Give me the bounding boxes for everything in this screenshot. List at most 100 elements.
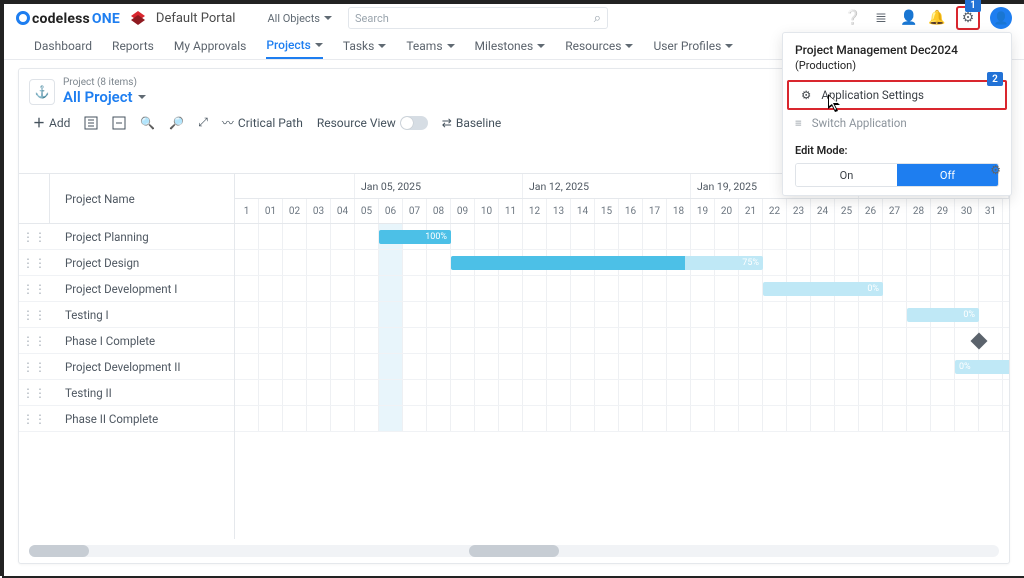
- tab-label: Tasks: [343, 39, 375, 53]
- tab-tasks[interactable]: Tasks: [343, 32, 387, 59]
- drag-handle-icon[interactable]: ⋮⋮: [19, 334, 49, 348]
- tab-label: Teams: [406, 39, 442, 53]
- horizontal-scrollbar[interactable]: [29, 545, 999, 557]
- callout-1: 1: [965, 0, 981, 12]
- page-title-block: Project (8 items) All Project: [63, 77, 146, 106]
- settings-gear-highlight[interactable]: ⚙ 1: [956, 6, 980, 30]
- drag-handle-icon[interactable]: ⋮⋮: [19, 282, 49, 296]
- task-list-pane: Project Name ⋮⋮Project Planning⋮⋮Project…: [19, 174, 235, 539]
- column-header-project-name[interactable]: Project Name: [19, 174, 234, 224]
- scrollbar-thumb-left[interactable]: [29, 545, 89, 557]
- tab-teams[interactable]: Teams: [406, 32, 454, 59]
- fit-button[interactable]: ⤢: [198, 115, 208, 130]
- timeline-row: 100%: [235, 224, 1009, 250]
- day-cell: 1: [235, 199, 259, 223]
- tab-resources[interactable]: Resources: [565, 32, 633, 59]
- tab-label: Resources: [565, 39, 621, 53]
- tab-user-profiles[interactable]: User Profiles: [653, 32, 733, 59]
- day-cell: 23: [787, 199, 811, 223]
- tab-milestones[interactable]: Milestones: [475, 32, 546, 59]
- gears-icon: ⚙: [801, 88, 811, 102]
- user-icon[interactable]: 👤: [900, 9, 918, 27]
- day-cell: 04: [331, 199, 355, 223]
- zoom-in-button[interactable]: 🔍: [140, 116, 155, 130]
- drag-handle-icon[interactable]: ⋮⋮: [19, 386, 49, 400]
- anchor-icon[interactable]: ⚓: [29, 79, 55, 105]
- switch-icon[interactable]: [400, 116, 428, 130]
- search-placeholder: Search: [355, 12, 389, 25]
- drag-handle-icon[interactable]: ⋮⋮: [19, 256, 49, 270]
- timeline-pane[interactable]: Jan 05, 2025 Jan 12, 2025 Jan 19, 2025 1…: [235, 174, 1009, 539]
- task-name: Project Planning: [49, 230, 149, 244]
- caret-down-icon: [378, 44, 386, 48]
- table-row[interactable]: ⋮⋮Project Design: [19, 250, 234, 276]
- tab-dashboard[interactable]: Dashboard: [34, 32, 92, 59]
- day-cell: 18: [667, 199, 691, 223]
- table-row[interactable]: ⋮⋮Project Development II: [19, 354, 234, 380]
- caret-down-icon: [138, 95, 146, 99]
- popover-gear-icon[interactable]: ⚙: [990, 163, 1001, 177]
- table-row[interactable]: ⋮⋮Phase I Complete: [19, 328, 234, 354]
- brand-logo[interactable]: codelessONE: [16, 9, 120, 27]
- data-icon[interactable]: ≣: [872, 9, 890, 27]
- avatar[interactable]: 👤: [990, 7, 1012, 29]
- day-cell: 09: [451, 199, 475, 223]
- notifications-icon[interactable]: 🔔: [928, 9, 946, 27]
- gantt-bar[interactable]: 100%: [379, 230, 451, 244]
- tab-approvals[interactable]: My Approvals: [174, 32, 247, 59]
- drag-handle-icon[interactable]: ⋮⋮: [19, 412, 49, 426]
- day-cell: 03: [307, 199, 331, 223]
- add-button[interactable]: ＋Add: [33, 114, 70, 131]
- day-cell: 06: [379, 199, 403, 223]
- expand-all-button[interactable]: [84, 116, 98, 130]
- switch-application-item[interactable]: ≡ Switch Application: [783, 110, 1011, 136]
- week-label: Jan 05, 2025: [361, 180, 421, 193]
- object-filter-dropdown[interactable]: All Objects: [267, 12, 332, 25]
- column-header-label: Project Name: [65, 192, 135, 206]
- gantt-bar[interactable]: 75%: [451, 256, 763, 270]
- day-cell: 01: [259, 199, 283, 223]
- tab-projects[interactable]: Projects: [266, 32, 322, 59]
- table-row[interactable]: ⋮⋮Phase II Complete: [19, 406, 234, 432]
- table-row[interactable]: ⋮⋮Testing I: [19, 302, 234, 328]
- task-name: Testing I: [49, 308, 109, 322]
- application-settings-item[interactable]: ⚙ Application Settings 2: [787, 80, 1007, 110]
- day-cell: 29: [931, 199, 955, 223]
- table-row[interactable]: ⋮⋮Testing II: [19, 380, 234, 406]
- timeline-row: 75%: [235, 250, 1009, 276]
- drag-handle-icon[interactable]: ⋮⋮: [19, 308, 49, 322]
- resource-view-toggle[interactable]: Resource View: [317, 116, 428, 130]
- scrollbar-thumb-right[interactable]: [469, 545, 559, 557]
- day-cell: 13: [547, 199, 571, 223]
- gantt-bar[interactable]: 0%: [763, 282, 883, 296]
- edit-mode-on[interactable]: On: [796, 164, 897, 186]
- gantt-bar[interactable]: 0%: [907, 308, 979, 322]
- baseline-button[interactable]: ⇄Baseline: [442, 116, 501, 130]
- tab-reports[interactable]: Reports: [112, 32, 154, 59]
- critical-path-toggle[interactable]: 〰Critical Path: [222, 114, 303, 131]
- edit-mode-toggle[interactable]: On Off: [795, 163, 999, 187]
- collapse-all-button[interactable]: [112, 116, 126, 130]
- drag-handle-icon[interactable]: ⋮⋮: [19, 230, 49, 244]
- popover-title: Project Management Dec2024: [783, 43, 1011, 59]
- portal-name[interactable]: Default Portal: [156, 11, 236, 26]
- day-cell: 21: [739, 199, 763, 223]
- popover-subtitle: (Production): [783, 59, 1011, 80]
- page-title[interactable]: All Project: [63, 88, 146, 106]
- gantt-bar[interactable]: 0%: [955, 360, 1009, 374]
- zoom-out-button[interactable]: 🔎: [169, 116, 184, 130]
- critical-path-label: Critical Path: [238, 116, 303, 130]
- tab-label: User Profiles: [653, 39, 721, 53]
- search-input[interactable]: Search ⌕: [348, 7, 608, 29]
- help-icon[interactable]: ❔: [844, 9, 862, 27]
- table-row[interactable]: ⋮⋮Project Planning: [19, 224, 234, 250]
- week-label: Jan 12, 2025: [529, 180, 589, 193]
- day-cell: 27: [883, 199, 907, 223]
- table-row[interactable]: ⋮⋮Project Development I: [19, 276, 234, 302]
- drag-handle-icon[interactable]: ⋮⋮: [19, 360, 49, 374]
- day-cell: 08: [427, 199, 451, 223]
- task-name: Project Development I: [49, 282, 177, 296]
- edit-mode-off[interactable]: Off: [897, 164, 998, 186]
- tab-label: My Approvals: [174, 39, 247, 53]
- milestone-diamond-icon[interactable]: [971, 333, 988, 350]
